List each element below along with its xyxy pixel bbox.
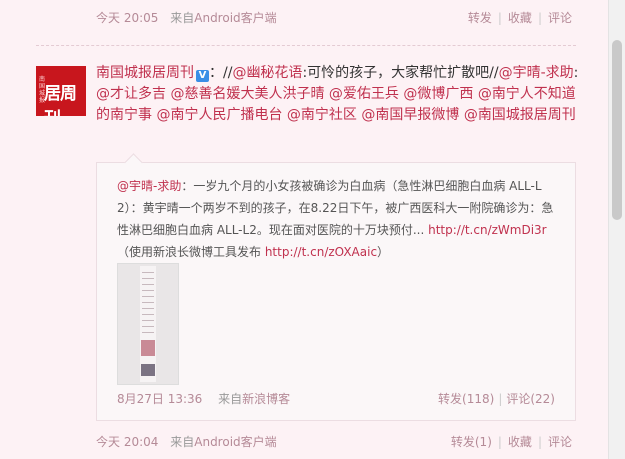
- post-content: 南国城报居周刊 V ：//@幽秘花语:可怜的孩子，大家帮忙扩散吧//@宇晴-求助: …: [96, 63, 580, 126]
- reposted-actions: 转发(118) | 评论(22): [436, 389, 557, 409]
- post-source: 来自Android客户端: [170, 11, 276, 25]
- source-link[interactable]: 新浪博客: [242, 392, 290, 406]
- post-image-thumbnail[interactable]: [117, 263, 179, 385]
- action-separator: |: [497, 435, 502, 449]
- reposted-arrow: [124, 153, 143, 172]
- favorite-button[interactable]: 收藏: [508, 435, 532, 449]
- reposted-original: @宇晴-求助：一岁九个月的小女孩被确诊为白血病（急性淋巴细胞白血病 ALL-L2…: [96, 153, 576, 421]
- mention-link[interactable]: @幽秘花语: [232, 65, 302, 81]
- image-text-line: [142, 314, 154, 315]
- vertical-scrollbar[interactable]: [608, 0, 625, 459]
- source-prefix: 来自: [170, 11, 195, 25]
- image-text-line: [142, 284, 154, 285]
- image-text-line: [142, 278, 154, 279]
- action-separator: |: [497, 11, 502, 25]
- text-segment: ）: [377, 245, 390, 259]
- mention-link[interactable]: http://t.cn/zOXAaic: [265, 245, 377, 259]
- mention-link[interactable]: @南宁人民广播电台: [156, 107, 282, 123]
- reposted-time[interactable]: 8月27日 13:36: [117, 392, 202, 406]
- post-meta: 今天 20:04 来自Android客户端 转发(1) | 收藏 | 评论: [96, 432, 576, 452]
- scrollbar-thumb[interactable]: [612, 40, 622, 220]
- previous-post-meta: 今天 20:05 来自Android客户端 转发 | 收藏 | 评论: [96, 8, 576, 28]
- author-name[interactable]: 南国城报居周刊: [96, 65, 194, 81]
- reposted-repost-button[interactable]: 转发(118): [438, 392, 494, 406]
- mention-link[interactable]: http://t.cn/zWmDi3r: [428, 223, 547, 237]
- mention-link[interactable]: @慈善名媛大美人洪子晴: [170, 86, 324, 102]
- source-prefix: 来自: [170, 435, 195, 449]
- image-text-line: [142, 296, 154, 297]
- favorite-button[interactable]: 收藏: [508, 11, 532, 25]
- image-text-line: [142, 332, 154, 333]
- mention-link[interactable]: @才让多吉: [96, 86, 166, 102]
- post-divider: [36, 45, 576, 46]
- post-time[interactable]: 今天 20:04: [96, 435, 158, 449]
- verified-icon[interactable]: V: [196, 70, 209, 82]
- source-link[interactable]: Android客户端: [194, 11, 276, 25]
- text-segment: （使用新浪长微博工具发布: [117, 245, 265, 259]
- post-time[interactable]: 今天 20:05: [96, 11, 158, 25]
- avatar-text: 居周刊: [44, 84, 77, 116]
- reposted-text: @宇晴-求助：一岁九个月的小女孩被确诊为白血病（急性淋巴细胞白血病 ALL-L2…: [117, 175, 557, 263]
- repost-button[interactable]: 转发(1): [451, 435, 492, 449]
- post-source: 来自Android客户端: [170, 435, 276, 449]
- image-text-line: [142, 308, 154, 309]
- avatar[interactable]: 南国城报 居周刊: [36, 66, 86, 116]
- image-photo: [141, 340, 155, 356]
- mention-link[interactable]: @南国早报微博: [361, 107, 459, 123]
- mention-link[interactable]: @南宁社区: [287, 107, 357, 123]
- image-text-line: [142, 272, 154, 273]
- source-link[interactable]: Android客户端: [194, 435, 276, 449]
- image-photo: [141, 364, 155, 376]
- reposted-comment-button[interactable]: 评论(22): [506, 392, 555, 406]
- comment-button[interactable]: 评论: [548, 435, 572, 449]
- action-separator: |: [537, 435, 542, 449]
- mention-link[interactable]: @南国城报居周刊: [464, 107, 576, 123]
- text-segment: :: [573, 65, 579, 81]
- image-text-line: [142, 290, 154, 291]
- post-actions: 转发 | 收藏 | 评论: [464, 8, 576, 28]
- mention-link[interactable]: @微博广西: [403, 86, 473, 102]
- image-text-line: [142, 302, 154, 303]
- action-separator: |: [498, 392, 503, 406]
- reposted-meta: 8月27日 13:36 来自新浪博客 转发(118) | 评论(22): [117, 389, 557, 409]
- repost-button[interactable]: 转发: [468, 11, 492, 25]
- image-text-line: [142, 326, 154, 327]
- weibo-feed: 今天 20:05 来自Android客户端 转发|收藏|评论 南国城报 居周刊 …: [0, 0, 608, 459]
- image-text-line: [142, 320, 154, 321]
- text-segment: :可怜的孩子，大家帮忙扩散吧//: [302, 65, 499, 81]
- post-actions: 转发(1) | 收藏 | 评论: [447, 432, 576, 452]
- action-separator: |: [537, 11, 542, 25]
- mention-link[interactable]: @爱佑王兵: [329, 86, 399, 102]
- comment-button[interactable]: 评论: [548, 11, 572, 25]
- reposted-source: 来自新浪博客: [218, 392, 290, 406]
- text-segment: ：//: [209, 65, 233, 81]
- mention-link[interactable]: @宇晴-求助: [117, 179, 181, 193]
- mention-link[interactable]: @宇晴-求助: [499, 65, 574, 81]
- source-prefix: 来自: [218, 392, 243, 406]
